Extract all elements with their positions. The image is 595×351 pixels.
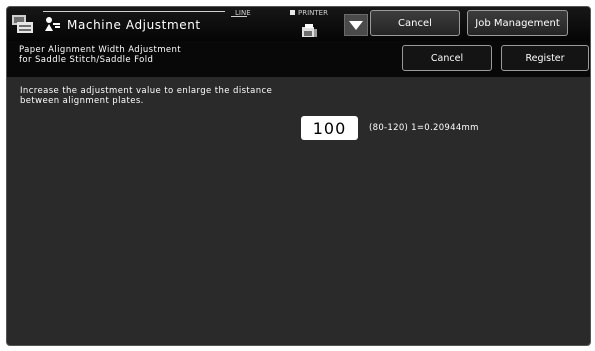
header-cancel-button[interactable]: Cancel <box>370 10 460 36</box>
copier-settings-icon[interactable] <box>11 13 35 35</box>
adjustment-icon <box>45 17 60 31</box>
instruction-line-2: between alignment plates. <box>20 96 144 106</box>
page-title: Machine Adjustment <box>67 18 201 32</box>
job-management-button[interactable]: Job Management <box>467 10 568 36</box>
sub-header-bar: Paper Alignment Width Adjustment for Sad… <box>7 41 590 77</box>
cancel-button[interactable]: Cancel <box>402 45 492 71</box>
title-divider <box>43 11 225 12</box>
header-bar: Machine Adjustment LINE PRINTER Cancel J… <box>7 7 590 41</box>
printer-status: PRINTER <box>298 9 328 17</box>
sub-title-line-2: for Saddle Stitch/Saddle Fold <box>19 55 154 65</box>
printer-status-indicator <box>290 10 295 15</box>
instruction-line-1: Increase the adjustment value to enlarge… <box>20 86 273 96</box>
printer-icon <box>302 24 317 37</box>
machine-adjustment-screen: Machine Adjustment LINE PRINTER Cancel J… <box>6 6 591 346</box>
register-button[interactable]: Register <box>501 45 589 71</box>
line-status: LINE <box>235 9 251 17</box>
adjustment-value-input[interactable]: 100 <box>301 116 358 140</box>
value-range-info: (80-120) 1=0.20944mm <box>369 123 479 133</box>
sub-title: Paper Alignment Width Adjustment for Sad… <box>19 45 181 65</box>
instruction-text: Increase the adjustment value to enlarge… <box>20 86 272 106</box>
sub-title-line-1: Paper Alignment Width Adjustment <box>19 45 182 55</box>
status-dropdown-button[interactable] <box>344 14 368 36</box>
triangle-down-icon <box>349 21 363 30</box>
